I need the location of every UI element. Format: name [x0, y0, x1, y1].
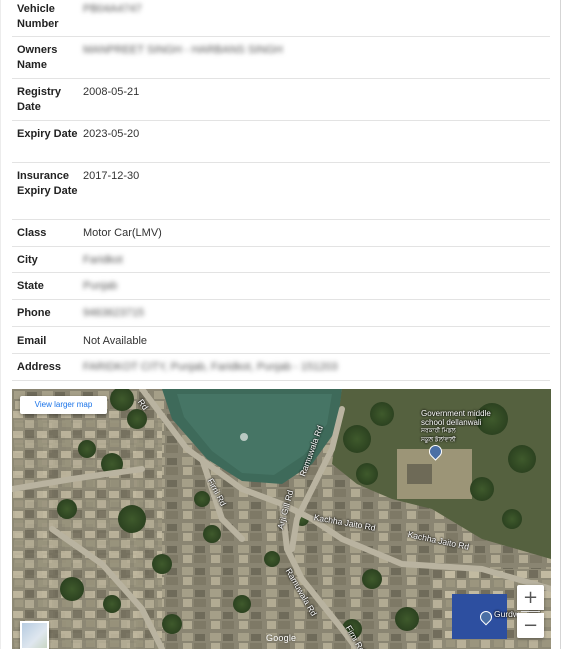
embedded-map[interactable]: Rd Firni Rd Ramuwala Rd Arji Gill Rd Kac… — [12, 389, 551, 649]
row-label: Address — [17, 361, 62, 373]
row-value: PB04A4747 — [79, 2, 550, 36]
poi-line: ਸਰਕਾਰੀ ਮਿਡਲ — [421, 428, 456, 434]
row-value: Faridkot — [79, 253, 550, 272]
redacted-vehicle-number: PB04A4747 — [83, 3, 142, 15]
zoom-in-button[interactable]: + — [517, 585, 544, 610]
redacted-owners-name: MANPREET SINGH - HARBANS SINGH — [83, 44, 283, 56]
row-owners-name: Owners Name MANPREET SINGH - HARBANS SIN… — [12, 37, 550, 79]
row-value: 2008-05-21 — [83, 86, 140, 98]
row-value: Punjab — [79, 279, 550, 299]
row-label: Email — [17, 335, 47, 347]
row-vehicle-number: Vehicle Number PB04A4747 — [12, 0, 550, 37]
row-value: Motor Car(LMV) — [83, 227, 162, 239]
google-logo: Google — [266, 633, 297, 643]
row-label: Registry Date — [17, 86, 62, 113]
row-state: State Punjab — [12, 273, 550, 300]
page-frame: Vehicle Number PB04A4747 Owners Name MAN… — [0, 0, 561, 649]
poi-line: ਸਕੂਲ ਡੱਲਾਂਵਾਲੀ — [421, 437, 456, 443]
view-larger-map-link[interactable]: View larger map — [20, 396, 107, 414]
row-value: 2017-12-30 — [83, 170, 140, 182]
row-value: 2023-05-20 — [83, 128, 140, 140]
redacted-state: Punjab — [83, 280, 118, 292]
row-label: State — [17, 280, 44, 292]
zoom-divider — [521, 611, 540, 612]
vehicle-details-table: Vehicle Number PB04A4747 Owners Name MAN… — [12, 0, 550, 381]
row-expiry-date: Expiry Date 2023-05-20 — [12, 121, 550, 163]
row-value: FARIDKOT CITY, Punjab, Faridkot, Punjab … — [79, 360, 550, 380]
poi-label-school[interactable]: Government middle school dellanwali ਸਰਕਾ… — [421, 409, 491, 445]
row-value: MANPREET SINGH - HARBANS SINGH — [79, 43, 550, 78]
map-type-toggle[interactable] — [20, 621, 49, 649]
row-email: Email Not Available — [12, 327, 550, 354]
zoom-out-button[interactable]: − — [517, 613, 544, 638]
row-label: City — [17, 254, 38, 266]
row-label: Class — [17, 227, 47, 239]
poi-line: school dellanwali — [421, 418, 482, 427]
row-label: Vehicle Number — [17, 3, 59, 30]
row-registry-date: Registry Date 2008-05-21 — [12, 79, 550, 121]
row-city: City Faridkot — [12, 247, 550, 273]
poi-line: Government middle — [421, 409, 491, 418]
row-label: Insurance Expiry Date — [17, 170, 78, 197]
row-value: 9463623715 — [79, 306, 550, 326]
poi-label-gurdwara[interactable]: Gurdw — [494, 609, 519, 619]
row-label: Owners Name — [17, 44, 58, 71]
row-class: Class Motor Car(LMV) — [12, 220, 550, 247]
redacted-city: Faridkot — [83, 254, 123, 266]
row-label: Expiry Date — [17, 128, 78, 140]
row-address: Address FARIDKOT CITY, Punjab, Faridkot,… — [12, 354, 550, 381]
row-label: Phone — [17, 307, 51, 319]
redacted-address: FARIDKOT CITY, Punjab, Faridkot, Punjab … — [83, 361, 338, 373]
row-insurance-expiry-date: Insurance Expiry Date 2017-12-30 — [12, 163, 550, 220]
redacted-phone: 9463623715 — [83, 307, 145, 319]
row-phone: Phone 9463623715 — [12, 300, 550, 327]
row-value: Not Available — [83, 335, 148, 347]
